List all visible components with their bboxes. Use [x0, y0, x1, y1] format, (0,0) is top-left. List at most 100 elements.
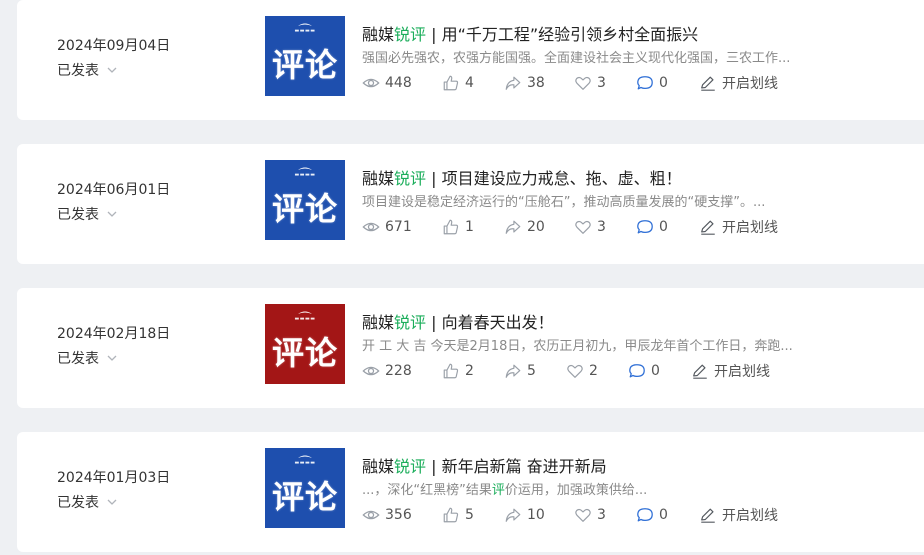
publish-date: 2024年02月18日: [57, 326, 171, 342]
enable-underline-button[interactable]: 开启划线: [699, 505, 778, 525]
shares-count: 10: [527, 507, 545, 523]
status-label: 已发表: [57, 495, 99, 511]
article-title[interactable]: 融媒锐评 | 项目建设应力戒怠、拖、虚、粗！: [362, 165, 682, 189]
comment-button[interactable]: 0: [636, 506, 699, 524]
article-card[interactable]: 2024年01月03日 已发表 ▬▬▬▬ 评论 融媒锐评 | 新年启新篇 奋进开…: [17, 432, 924, 552]
article-thumbnail[interactable]: ▬▬▬▬ 评论: [265, 16, 345, 96]
likes-count: 4: [465, 75, 474, 91]
logo-mark-icon: [298, 23, 312, 26]
thumbnail-text: 评论: [271, 190, 338, 228]
like-button[interactable]: 1: [442, 218, 504, 236]
eye-icon: [362, 222, 380, 232]
article-stats: 228 2 5 2 0 开启划线: [362, 361, 770, 381]
summary-text: 开 工 大 吉 今天是2月18日，农历正月初九，甲辰龙年首个工作日，奔跑...: [362, 339, 793, 354]
article-title[interactable]: 融媒锐评 | 新年启新篇 奋进开新局: [362, 453, 607, 477]
views-count: 356: [385, 507, 412, 523]
share-button[interactable]: 20: [504, 218, 574, 236]
views-stat: 356: [362, 506, 442, 524]
article-title[interactable]: 融媒锐评 | 用“千万工程”经验引领乡村全面振兴: [362, 21, 698, 45]
enable-underline-label: 开启划线: [722, 508, 778, 524]
title-highlight: 锐评: [394, 313, 427, 332]
logo-mark-icon: [298, 311, 312, 314]
chevron-down-icon: [107, 67, 117, 73]
thumbs-up-icon: [443, 75, 459, 91]
article-stats: 448 4 38 3 0 开启划线: [362, 73, 778, 93]
comment-button[interactable]: 0: [628, 362, 691, 380]
article-title[interactable]: 融媒锐评 | 向着春天出发！: [362, 309, 554, 333]
status-dropdown[interactable]: 已发表: [57, 348, 118, 368]
article-summary: ...，深化“红黑榜”结果评价运用，加强政策供给...: [362, 479, 832, 498]
comment-button[interactable]: 0: [636, 218, 699, 236]
favorite-button[interactable]: 3: [574, 218, 636, 236]
comment-bubble-icon: [637, 76, 653, 90]
summary-text: ...，深化“红黑榜”结果: [362, 483, 492, 498]
like-button[interactable]: 5: [442, 506, 504, 524]
share-button[interactable]: 10: [504, 506, 574, 524]
views-count: 671: [385, 219, 412, 235]
thumbnail-text: 评论: [271, 46, 338, 84]
likes-count: 2: [465, 363, 474, 379]
title-prefix: 融媒: [362, 313, 395, 332]
enable-underline-button[interactable]: 开启划线: [691, 361, 770, 381]
eye-icon: [362, 78, 380, 88]
favorites-count: 3: [597, 219, 606, 235]
comment-bubble-icon: [637, 220, 653, 234]
enable-underline-label: 开启划线: [722, 76, 778, 92]
title-text: | 新年启新篇 奋进开新局: [426, 457, 607, 476]
enable-underline-button[interactable]: 开启划线: [699, 73, 778, 93]
status-dropdown[interactable]: 已发表: [57, 204, 118, 224]
likes-count: 1: [465, 219, 474, 235]
article-stats: 356 5 10 3 0 开启划线: [362, 505, 778, 525]
title-text: | 用“千万工程”经验引领乡村全面振兴: [426, 25, 699, 44]
favorite-button[interactable]: 2: [566, 362, 628, 380]
chevron-down-icon: [107, 211, 117, 217]
article-summary: 强国必先强农，农强方能国强。全面建设社会主义现代化强国，三农工作...: [362, 47, 832, 66]
share-arrow-icon: [505, 364, 521, 378]
favorite-button[interactable]: 3: [574, 506, 636, 524]
chevron-down-icon: [107, 499, 117, 505]
title-highlight: 锐评: [394, 25, 427, 44]
views-count: 448: [385, 75, 412, 91]
title-prefix: 融媒: [362, 169, 395, 188]
article-summary: 开 工 大 吉 今天是2月18日，农历正月初九，甲辰龙年首个工作日，奔跑...: [362, 335, 832, 354]
article-thumbnail[interactable]: ▬▬▬▬ 评论: [265, 160, 345, 240]
eye-icon: [362, 510, 380, 520]
comment-button[interactable]: 0: [636, 74, 699, 92]
status-label: 已发表: [57, 63, 99, 79]
status-dropdown[interactable]: 已发表: [57, 492, 118, 512]
comments-count: 0: [659, 75, 668, 91]
enable-underline-label: 开启划线: [714, 364, 770, 380]
status-label: 已发表: [57, 351, 99, 367]
share-button[interactable]: 38: [504, 74, 574, 92]
like-button[interactable]: 4: [442, 74, 504, 92]
article-thumbnail[interactable]: ▬▬▬▬ 评论: [265, 304, 345, 384]
publisher-logo: ▬▬▬▬: [295, 22, 316, 34]
enable-underline-label: 开启划线: [722, 220, 778, 236]
thumbnail-text: 评论: [271, 334, 338, 372]
status-dropdown[interactable]: 已发表: [57, 60, 118, 80]
views-stat: 671: [362, 218, 442, 236]
thumbs-up-icon: [443, 363, 459, 379]
share-arrow-icon: [505, 76, 521, 90]
share-arrow-icon: [505, 220, 521, 234]
comments-count: 0: [659, 507, 668, 523]
share-button[interactable]: 5: [504, 362, 566, 380]
article-stats: 671 1 20 3 0 开启划线: [362, 217, 778, 237]
favorite-button[interactable]: 3: [574, 74, 636, 92]
pen-icon: [701, 508, 715, 523]
comments-count: 0: [651, 363, 660, 379]
comments-count: 0: [659, 219, 668, 235]
heart-icon: [575, 220, 591, 234]
article-summary: 项目建设是稳定经济运行的“压舱石”，推动高质量发展的“硬支撑”。...: [362, 191, 832, 210]
like-button[interactable]: 2: [442, 362, 504, 380]
article-thumbnail[interactable]: ▬▬▬▬ 评论: [265, 448, 345, 528]
logo-mark-icon: [298, 455, 312, 458]
article-card[interactable]: 2024年02月18日 已发表 ▬▬▬▬ 评论 融媒锐评 | 向着春天出发！ 开…: [17, 288, 924, 408]
enable-underline-button[interactable]: 开启划线: [699, 217, 778, 237]
summary-text: 项目建设是稳定经济运行的“压舱石”，推动高质量发展的“硬支撑”。...: [362, 195, 766, 210]
title-highlight: 锐评: [394, 457, 427, 476]
article-card[interactable]: 2024年06月01日 已发表 ▬▬▬▬ 评论 融媒锐评 | 项目建设应力戒怠、…: [17, 144, 924, 264]
summary-highlight: 评: [491, 483, 505, 498]
publish-date: 2024年06月01日: [57, 182, 171, 198]
article-card[interactable]: 2024年09月04日 已发表 ▬▬▬▬ 评论 融媒锐评 | 用“千万工程”经验…: [17, 0, 924, 120]
